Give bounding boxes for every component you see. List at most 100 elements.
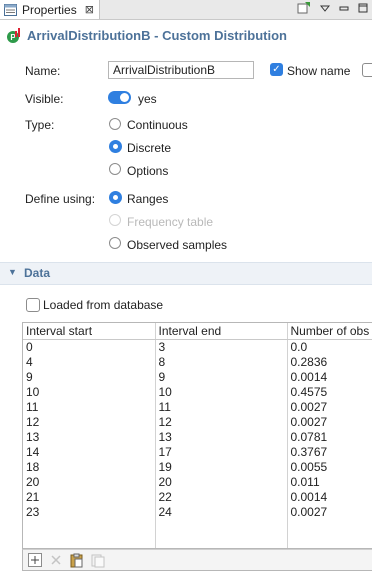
view-toolbar <box>297 1 368 18</box>
tab-properties[interactable]: Properties ⊠ <box>0 0 100 19</box>
cell-interval-start[interactable]: 20 <box>23 475 156 490</box>
cell-interval-start[interactable] <box>23 520 156 535</box>
toggle-knob <box>120 93 129 102</box>
define-using-label: Define using: <box>25 192 96 206</box>
loaded-from-database-label: Loaded from database <box>43 298 164 312</box>
cell-number-of-obs[interactable]: 0.0027 <box>287 415 372 430</box>
type-options-radio[interactable] <box>109 163 121 175</box>
cell-interval-end[interactable]: 13 <box>155 430 288 445</box>
cell-number-of-obs[interactable]: 0.2836 <box>287 355 372 370</box>
table-row[interactable]: 14 17 0.3767 <box>23 445 372 460</box>
distribution-table: Interval start Interval end Number of ob… <box>22 322 372 549</box>
table-row[interactable]: 23 24 0.0027 <box>23 505 372 520</box>
cell-interval-end[interactable]: 24 <box>155 505 288 520</box>
define-frequency-table-radio <box>109 214 121 226</box>
cell-number-of-obs[interactable]: 0.0014 <box>287 490 372 505</box>
cell-interval-end[interactable]: 22 <box>155 490 288 505</box>
table-row[interactable]: 9 9 0.0014 <box>23 370 372 385</box>
cell-number-of-obs[interactable]: 0.4575 <box>287 385 372 400</box>
table-row[interactable]: 20 20 0.011 <box>23 475 372 490</box>
cell-interval-start[interactable]: 18 <box>23 460 156 475</box>
cell-number-of-obs[interactable]: 0.3767 <box>287 445 372 460</box>
add-row-icon[interactable] <box>26 551 44 569</box>
collapse-arrow-icon[interactable]: ▼ <box>8 267 17 277</box>
define-frequency-table-label: Frequency table <box>127 215 214 229</box>
type-discrete-label: Discrete <box>127 141 172 155</box>
cell-number-of-obs[interactable]: 0.011 <box>287 475 372 490</box>
view-tab-bar: Properties ⊠ <box>0 0 372 20</box>
cell-interval-start[interactable]: 11 <box>23 400 156 415</box>
column-header-interval-start[interactable]: Interval start <box>23 323 156 340</box>
cell-interval-start[interactable]: 13 <box>23 430 156 445</box>
view-menu-icon[interactable] <box>319 4 331 16</box>
cell-interval-end[interactable]: 19 <box>155 460 288 475</box>
visible-value: yes <box>138 92 157 106</box>
name-label: Name: <box>25 64 61 78</box>
define-ranges-radio[interactable] <box>109 191 122 204</box>
data-section-header[interactable]: ▼ Data <box>0 262 372 285</box>
define-observed-samples-label: Observed samples <box>127 238 228 252</box>
cell-interval-start[interactable]: 21 <box>23 490 156 505</box>
cell-interval-end[interactable] <box>155 535 288 548</box>
cell-number-of-obs[interactable]: 0.0 <box>287 339 372 355</box>
pin-icon[interactable] <box>297 1 311 18</box>
table-toolbar <box>22 549 372 571</box>
table-row[interactable]: 18 19 0.0055 <box>23 460 372 475</box>
cell-interval-end[interactable]: 12 <box>155 415 288 430</box>
cell-interval-end[interactable]: 10 <box>155 385 288 400</box>
show-name-label: Show name <box>287 64 351 78</box>
table-row[interactable]: 13 13 0.0781 <box>23 430 372 445</box>
type-label: Type: <box>25 118 55 132</box>
table-row[interactable]: 0 3 0.0 <box>23 339 372 355</box>
cell-number-of-obs[interactable]: 0.0027 <box>287 505 372 520</box>
cell-interval-end[interactable]: 3 <box>155 339 288 355</box>
close-tab-icon[interactable]: ⊠ <box>85 3 94 16</box>
properties-header: P ArrivalDistributionB - Custom Distribu… <box>0 24 372 46</box>
show-name-checkbox[interactable]: ✓ <box>270 63 283 76</box>
cell-interval-start[interactable]: 23 <box>23 505 156 520</box>
cell-interval-start[interactable] <box>23 535 156 548</box>
visible-toggle[interactable] <box>108 91 131 104</box>
cell-interval-start[interactable]: 4 <box>23 355 156 370</box>
table-row[interactable]: 4 8 0.2836 <box>23 355 372 370</box>
define-ranges-label: Ranges <box>127 192 169 206</box>
column-header-interval-end[interactable]: Interval end <box>155 323 288 340</box>
type-continuous-label: Continuous <box>127 118 188 132</box>
type-continuous-radio[interactable] <box>109 118 121 130</box>
type-discrete-radio[interactable] <box>109 140 122 153</box>
cell-interval-end[interactable]: 17 <box>155 445 288 460</box>
loaded-from-database-checkbox[interactable] <box>26 298 40 312</box>
cell-number-of-obs[interactable] <box>287 535 372 548</box>
name-input[interactable] <box>108 61 254 79</box>
minimize-icon[interactable] <box>339 4 349 16</box>
cell-interval-end[interactable]: 8 <box>155 355 288 370</box>
cell-number-of-obs[interactable] <box>287 520 372 535</box>
table-row[interactable]: 11 11 0.0027 <box>23 400 372 415</box>
cell-interval-start[interactable]: 0 <box>23 339 156 355</box>
cell-interval-start[interactable]: 12 <box>23 415 156 430</box>
define-observed-samples-radio[interactable] <box>109 237 121 249</box>
cell-interval-start[interactable]: 9 <box>23 370 156 385</box>
cell-interval-end[interactable]: 20 <box>155 475 288 490</box>
cell-interval-end[interactable]: 9 <box>155 370 288 385</box>
cell-interval-end[interactable]: 11 <box>155 400 288 415</box>
table-row[interactable] <box>23 535 372 548</box>
cell-number-of-obs[interactable]: 0.0027 <box>287 400 372 415</box>
cell-interval-start[interactable]: 10 <box>23 385 156 400</box>
cell-number-of-obs[interactable]: 0.0014 <box>287 370 372 385</box>
table-row[interactable]: 21 22 0.0014 <box>23 490 372 505</box>
cell-number-of-obs[interactable]: 0.0781 <box>287 430 372 445</box>
cell-interval-end[interactable] <box>155 520 288 535</box>
table-row[interactable]: 12 12 0.0027 <box>23 415 372 430</box>
table-row[interactable]: 10 10 0.4575 <box>23 385 372 400</box>
table-header-row: Interval start Interval end Number of ob… <box>23 323 372 340</box>
cell-interval-start[interactable]: 14 <box>23 445 156 460</box>
column-header-number-of-obs[interactable]: Number of obs <box>287 323 372 340</box>
data-section-title: Data <box>24 266 51 280</box>
maximize-icon[interactable] <box>358 3 368 16</box>
page-title: ArrivalDistributionB - Custom Distributi… <box>27 27 287 43</box>
cell-number-of-obs[interactable]: 0.0055 <box>287 460 372 475</box>
next-option-checkbox[interactable] <box>362 63 372 77</box>
table-row[interactable] <box>23 520 372 535</box>
paste-icon[interactable] <box>68 551 86 569</box>
